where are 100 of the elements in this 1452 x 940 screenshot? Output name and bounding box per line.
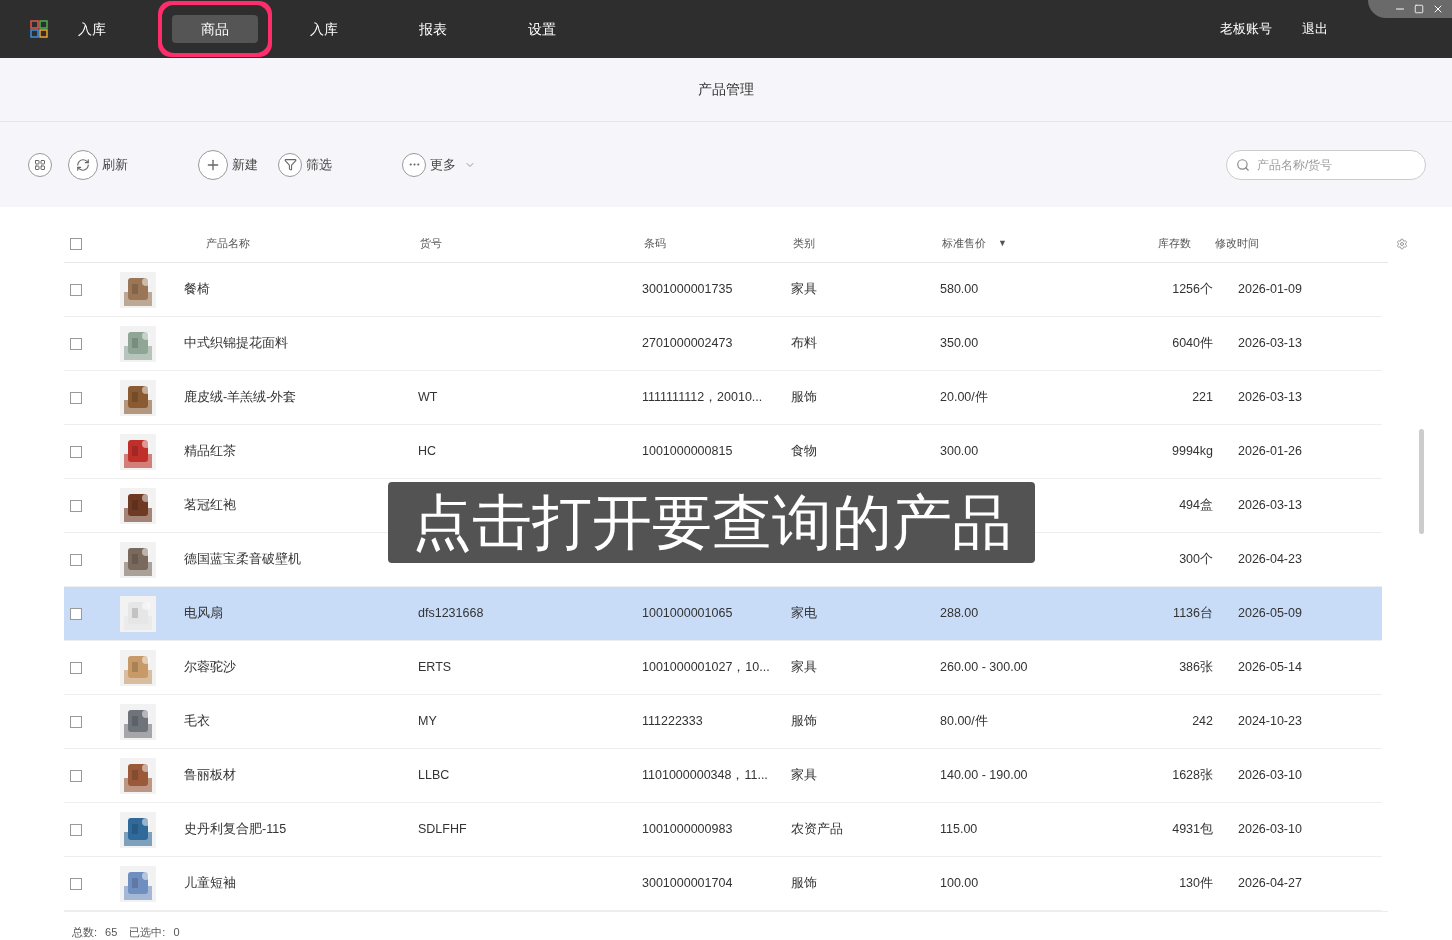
table-cell: 2026-05-09 [1238, 606, 1302, 621]
nav-tab[interactable]: 入库 [70, 15, 114, 43]
table-cell: dfs1231668 [418, 606, 484, 621]
table-cell: 115.00 [940, 822, 978, 837]
table-cell: 2026-04-27 [1238, 876, 1302, 891]
table-cell: 家具 [791, 660, 817, 675]
table-cell: 111222333 [642, 714, 703, 729]
table-cell: 494盒 [1179, 498, 1213, 513]
selected-label: 已选中: [129, 925, 166, 940]
table-cell: 尔蓉驼沙 [184, 660, 236, 675]
table-cell: 布料 [791, 336, 817, 351]
refresh-icon [76, 157, 90, 172]
selected-count: 0 [173, 925, 180, 940]
nav-tab[interactable]: 设置 [519, 15, 564, 43]
row-checkbox[interactable] [70, 337, 82, 350]
nav-tab[interactable]: 入库 [301, 15, 346, 43]
nav-tab[interactable]: 报表 [410, 15, 455, 43]
table-cell: 242 [1192, 714, 1213, 729]
table-cell: 140.00 - 190.00 [940, 768, 1028, 783]
table-cell: 服饰 [791, 390, 817, 405]
table-cell: 2026-04-23 [1238, 552, 1302, 567]
table-cell: 1001000001065 [642, 606, 733, 621]
table-cell: 2026-03-13 [1238, 498, 1302, 513]
column-header[interactable]: 修改时间 [1215, 235, 1259, 252]
table-cell: SDLFHF [418, 822, 467, 837]
column-header[interactable]: 产品名称 [206, 235, 250, 252]
table-cell: 餐椅 [184, 282, 210, 297]
table-cell: 农资产品 [791, 822, 843, 837]
row-checkbox[interactable] [70, 769, 82, 782]
header-checkbox[interactable] [70, 237, 82, 250]
table-cell: ERTS [418, 660, 452, 675]
row-checkbox[interactable] [70, 553, 82, 566]
grid-icon [34, 158, 46, 171]
row-checkbox[interactable] [70, 715, 82, 728]
close-icon[interactable] [1432, 3, 1444, 15]
table-cell: 1101000000348，11... [642, 768, 768, 783]
table-cell: 家电 [791, 606, 817, 621]
settings-icon[interactable] [1396, 237, 1408, 250]
row-checkbox[interactable] [70, 877, 82, 890]
row-checkbox[interactable] [70, 391, 82, 404]
table-cell: 史丹利复合肥-115 [184, 822, 287, 837]
table-cell: 家具 [791, 768, 817, 783]
table-cell: 服饰 [791, 876, 817, 891]
table-cell: 1111111112，20010... [642, 390, 763, 405]
column-header[interactable]: 条码 [644, 235, 666, 252]
account-link[interactable]: 老板账号 [1220, 19, 1272, 39]
table-cell: 580.00 [940, 282, 979, 297]
row-checkbox[interactable] [70, 499, 82, 512]
logout-link[interactable]: 退出 [1302, 19, 1328, 39]
table-cell: 家具 [791, 282, 817, 297]
table-cell: WT [418, 390, 438, 405]
table-cell: 9994kg [1172, 444, 1213, 459]
table-cell: 2026-03-10 [1238, 768, 1302, 783]
table-cell: 2701000002473 [642, 336, 733, 351]
table-cell: 1001000000815 [642, 444, 733, 459]
table-cell: 儿童短袖 [184, 876, 236, 891]
table-cell: 130件 [1179, 876, 1213, 891]
column-header[interactable]: 库存数 [1158, 235, 1191, 252]
total-label: 总数: [72, 925, 98, 940]
search-field[interactable]: 产品名称/货号 [1226, 149, 1426, 180]
table-cell: 鲁丽板材 [184, 768, 236, 783]
table-cell: 1001000001027，10... [642, 660, 770, 675]
table-cell: 3001000001704 [642, 876, 733, 891]
table-cell: 260.00 - 300.00 [940, 660, 1028, 675]
caption-overlay: 点击打开要查询的产品 [388, 482, 1035, 563]
table-cell: 2026-03-13 [1238, 336, 1302, 351]
table-cell: LLBC [418, 768, 450, 783]
sort-indicator[interactable]: ▼ [998, 236, 1007, 251]
app-logo-icon [30, 20, 48, 38]
row-checkbox[interactable] [70, 661, 82, 674]
table-cell: 茗冠红袍 [184, 498, 236, 513]
column-header[interactable]: 类别 [793, 235, 815, 252]
table-cell: 100.00 [940, 876, 979, 891]
search-icon [1236, 157, 1250, 172]
table-cell: MY [418, 714, 437, 729]
table-cell: 3001000001735 [642, 282, 733, 297]
filter-button[interactable]: 筛选 [278, 152, 332, 177]
row-checkbox[interactable] [70, 445, 82, 458]
table-cell: 1136台 [1173, 606, 1213, 621]
table-cell: 6040件 [1172, 336, 1213, 351]
table-cell: 精品红茶 [184, 444, 236, 459]
filter-icon [283, 158, 297, 171]
table-cell: 1001000000983 [642, 822, 733, 837]
table-cell: 2026-05-14 [1238, 660, 1302, 675]
row-checkbox[interactable] [70, 607, 82, 620]
table-cell: 2026-01-26 [1238, 444, 1302, 459]
grid-button[interactable] [28, 152, 52, 177]
row-checkbox[interactable] [70, 823, 82, 836]
column-header[interactable]: 货号 [420, 235, 442, 252]
table-cell: HC [418, 444, 437, 459]
table-cell: 1628张 [1172, 768, 1213, 783]
table-cell: 德国蓝宝柔音破壁机 [184, 552, 301, 567]
table-cell: 2026-03-13 [1238, 390, 1302, 405]
table-cell: 毛衣 [184, 714, 210, 729]
table-cell: 386张 [1179, 660, 1213, 675]
more-button[interactable]: 更多 [402, 152, 476, 177]
total-count: 65 [105, 925, 118, 940]
column-header[interactable]: 标准售价 [942, 235, 986, 252]
maximize-icon[interactable] [1414, 4, 1424, 14]
row-checkbox[interactable] [70, 283, 82, 296]
